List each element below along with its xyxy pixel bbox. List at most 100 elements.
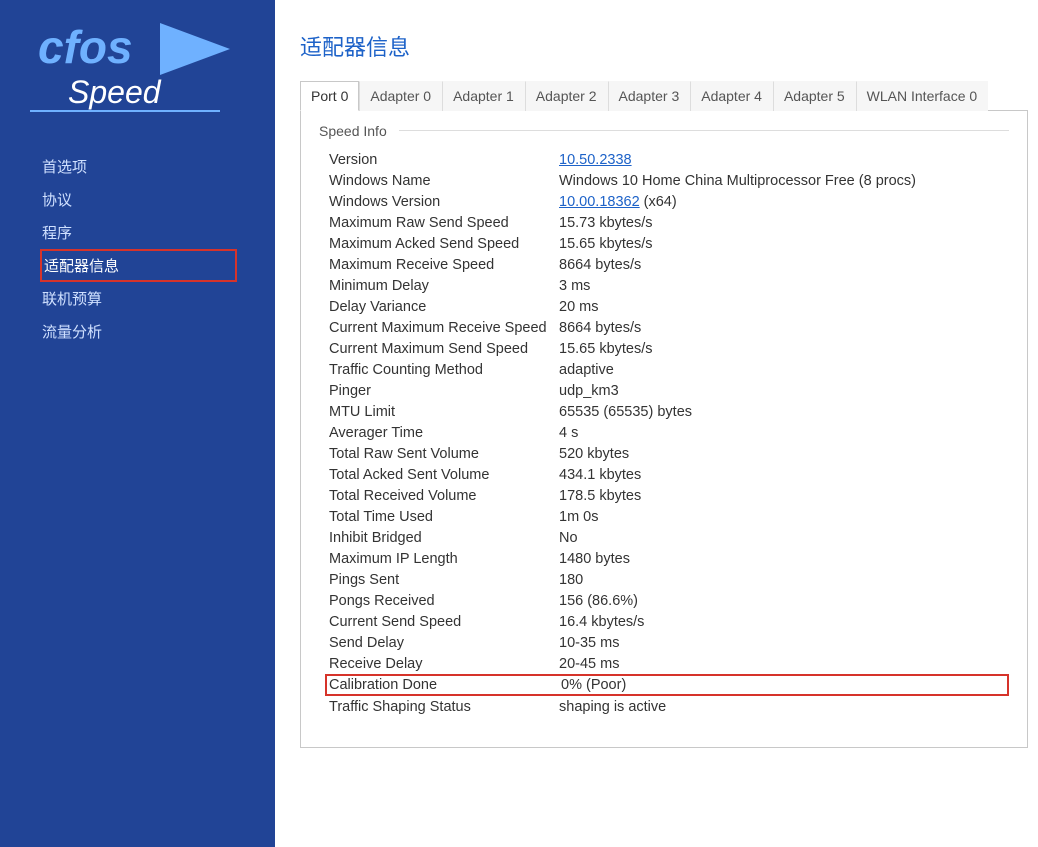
info-row-value: 0% (Poor) [561,677,1007,693]
info-row: Maximum Raw Send Speed15.73 kbytes/s [329,212,1009,233]
info-row-text: 10-35 ms [559,635,619,651]
sidebar-item-0[interactable]: 首选项 [0,150,275,183]
tab-label: Adapter 1 [453,88,514,104]
info-row-text: No [559,530,578,546]
section-title: Speed Info [319,123,395,139]
tab-2[interactable]: Adapter 1 [442,81,525,111]
info-row: Version10.50.2338 [329,149,1009,170]
info-row-value: 15.65 kbytes/s [559,236,1009,252]
info-row-text: 1480 bytes [559,551,630,567]
info-row: Windows Version10.00.18362 (x64) [329,191,1009,212]
info-row: Total Received Volume178.5 kbytes [329,485,1009,506]
info-row-value: 15.73 kbytes/s [559,215,1009,231]
info-row: Maximum IP Length1480 bytes [329,548,1009,569]
info-row-label: Pings Sent [329,572,559,588]
sidebar-item-5[interactable]: 流量分析 [0,315,275,348]
info-row-text: 8664 bytes/s [559,320,641,336]
tab-label: Adapter 0 [370,88,431,104]
info-row-label: Total Time Used [329,509,559,525]
tab-0[interactable]: Port 0 [300,81,359,111]
tab-1[interactable]: Adapter 0 [359,81,442,111]
sidebar-item-3[interactable]: 适配器信息 [40,249,237,282]
info-row-label: Current Maximum Send Speed [329,341,559,357]
svg-text:cfos: cfos [38,21,133,73]
info-row-value: 1m 0s [559,509,1009,525]
info-row-label: Minimum Delay [329,278,559,294]
tab-label: Adapter 3 [619,88,680,104]
sidebar-item-label: 协议 [42,192,72,209]
info-row-text: 178.5 kbytes [559,488,641,504]
info-row-text: 180 [559,572,583,588]
app-logo: cfos Speed [0,15,275,135]
info-row: Send Delay10-35 ms [329,632,1009,653]
sidebar-item-1[interactable]: 协议 [0,183,275,216]
info-row-value: 180 [559,572,1009,588]
tab-7[interactable]: WLAN Interface 0 [856,81,989,111]
info-row-value: 434.1 kbytes [559,467,1009,483]
info-row-link[interactable]: 10.50.2338 [559,152,632,168]
tab-3[interactable]: Adapter 2 [525,81,608,111]
info-row-text: udp_km3 [559,383,619,399]
info-row-value: 3 ms [559,278,1009,294]
info-row-label: Version [329,152,559,168]
info-row-value: Windows 10 Home China Multiprocessor Fre… [559,173,1009,189]
info-table: Version10.50.2338Windows NameWindows 10 … [319,149,1009,717]
info-row-label: Windows Version [329,194,559,210]
sidebar-item-4[interactable]: 联机预算 [0,282,275,315]
info-row-text: 20-45 ms [559,656,619,672]
sidebar-item-label: 程序 [42,225,72,242]
info-row-value: 65535 (65535) bytes [559,404,1009,420]
info-row: Current Send Speed16.4 kbytes/s [329,611,1009,632]
info-row-text: 156 (86.6%) [559,593,638,609]
info-row-label: Delay Variance [329,299,559,315]
info-row: Maximum Receive Speed8664 bytes/s [329,254,1009,275]
info-row-text: adaptive [559,362,614,378]
info-row-text: 4 s [559,425,578,441]
info-row-text: 8664 bytes/s [559,257,641,273]
info-row: Pingerudp_km3 [329,380,1009,401]
info-row-value: No [559,530,1009,546]
info-row-text: 3 ms [559,278,590,294]
info-row-text: Windows 10 Home China Multiprocessor Fre… [559,173,916,189]
info-row-text: 15.65 kbytes/s [559,341,653,357]
tab-6[interactable]: Adapter 5 [773,81,856,111]
info-row-label: Send Delay [329,635,559,651]
info-row-label: Maximum Receive Speed [329,257,559,273]
main-content: 适配器信息 Port 0 Adapter 0 Adapter 1 Adapter 2 A… [275,0,1038,847]
info-row-value: 20-45 ms [559,656,1009,672]
info-row-label: Pinger [329,383,559,399]
info-row-value: 16.4 kbytes/s [559,614,1009,630]
tab-4[interactable]: Adapter 3 [608,81,691,111]
info-row-text: 65535 (65535) bytes [559,404,692,420]
info-row-value: 1480 bytes [559,551,1009,567]
info-row-value: 15.65 kbytes/s [559,341,1009,357]
info-row: Current Maximum Send Speed15.65 kbytes/s [329,338,1009,359]
sidebar-item-label: 适配器信息 [44,258,119,275]
info-row-label: Maximum Acked Send Speed [329,236,559,252]
info-row-label: Total Acked Sent Volume [329,467,559,483]
tab-5[interactable]: Adapter 4 [690,81,773,111]
sidebar-item-label: 联机预算 [42,291,102,308]
info-row: Minimum Delay3 ms [329,275,1009,296]
info-row-value: 10.50.2338 [559,152,1009,168]
info-row-value: 20 ms [559,299,1009,315]
info-row-link[interactable]: 10.00.18362 [559,194,640,210]
sidebar-item-2[interactable]: 程序 [0,216,275,249]
info-row: Current Maximum Receive Speed8664 bytes/… [329,317,1009,338]
tab-label: Adapter 4 [701,88,762,104]
info-row-value: 10-35 ms [559,635,1009,651]
info-row: Calibration Done0% (Poor) [325,674,1009,696]
info-row: Total Raw Sent Volume520 kbytes [329,443,1009,464]
page-title: 适配器信息 [300,30,1038,62]
info-row-text: 520 kbytes [559,446,629,462]
info-row-label: Maximum IP Length [329,551,559,567]
sidebar-nav: 首选项协议程序适配器信息联机预算流量分析 [0,150,275,348]
info-row: Windows NameWindows 10 Home China Multip… [329,170,1009,191]
info-row-value: 156 (86.6%) [559,593,1009,609]
cfos-speed-logo-icon: cfos Speed [20,15,240,115]
tab-label: WLAN Interface 0 [867,88,978,104]
info-row: Delay Variance20 ms [329,296,1009,317]
info-row-label: Calibration Done [329,677,561,693]
info-row-text: 15.73 kbytes/s [559,215,653,231]
svg-text:Speed: Speed [68,74,162,110]
